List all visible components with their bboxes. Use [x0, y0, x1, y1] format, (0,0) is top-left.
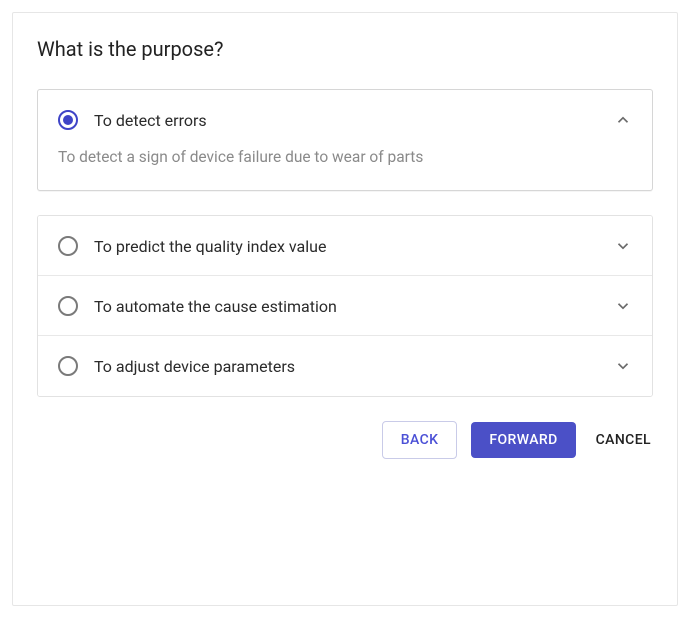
chevron-down-icon[interactable] — [614, 297, 632, 315]
chevron-up-icon[interactable] — [614, 111, 632, 129]
option-header[interactable]: To predict the quality index value — [38, 216, 652, 276]
option-detect-errors[interactable]: To detect errors To detect a sign of dev… — [37, 89, 653, 191]
option-header[interactable]: To adjust device parameters — [38, 336, 652, 396]
option-header[interactable]: To automate the cause estimation — [38, 276, 652, 336]
chevron-down-icon[interactable] — [614, 237, 632, 255]
chevron-down-icon[interactable] — [614, 357, 632, 375]
purpose-panel: What is the purpose? To detect errors To… — [12, 12, 678, 606]
option-predict-quality[interactable]: To predict the quality index value — [38, 216, 652, 276]
action-bar: BACK FORWARD CANCEL — [37, 421, 653, 459]
page-title: What is the purpose? — [37, 37, 653, 61]
radio-unchecked-icon[interactable] — [58, 356, 78, 376]
forward-button[interactable]: FORWARD — [471, 422, 575, 458]
option-description: To detect a sign of device failure due t… — [38, 148, 652, 190]
radio-unchecked-icon[interactable] — [58, 296, 78, 316]
options-collapsed-group: To predict the quality index value To au… — [37, 215, 653, 397]
option-label: To adjust device parameters — [94, 357, 614, 376]
options-list: To detect errors To detect a sign of dev… — [37, 89, 653, 397]
radio-unchecked-icon[interactable] — [58, 236, 78, 256]
back-button[interactable]: BACK — [382, 421, 458, 459]
option-label: To predict the quality index value — [94, 237, 614, 256]
option-adjust-parameters[interactable]: To adjust device parameters — [38, 335, 652, 396]
option-automate-cause[interactable]: To automate the cause estimation — [38, 275, 652, 336]
option-header[interactable]: To detect errors — [38, 90, 652, 150]
radio-checked-icon[interactable] — [58, 110, 78, 130]
option-label: To detect errors — [94, 111, 614, 130]
option-label: To automate the cause estimation — [94, 297, 614, 316]
cancel-button[interactable]: CANCEL — [590, 422, 653, 458]
